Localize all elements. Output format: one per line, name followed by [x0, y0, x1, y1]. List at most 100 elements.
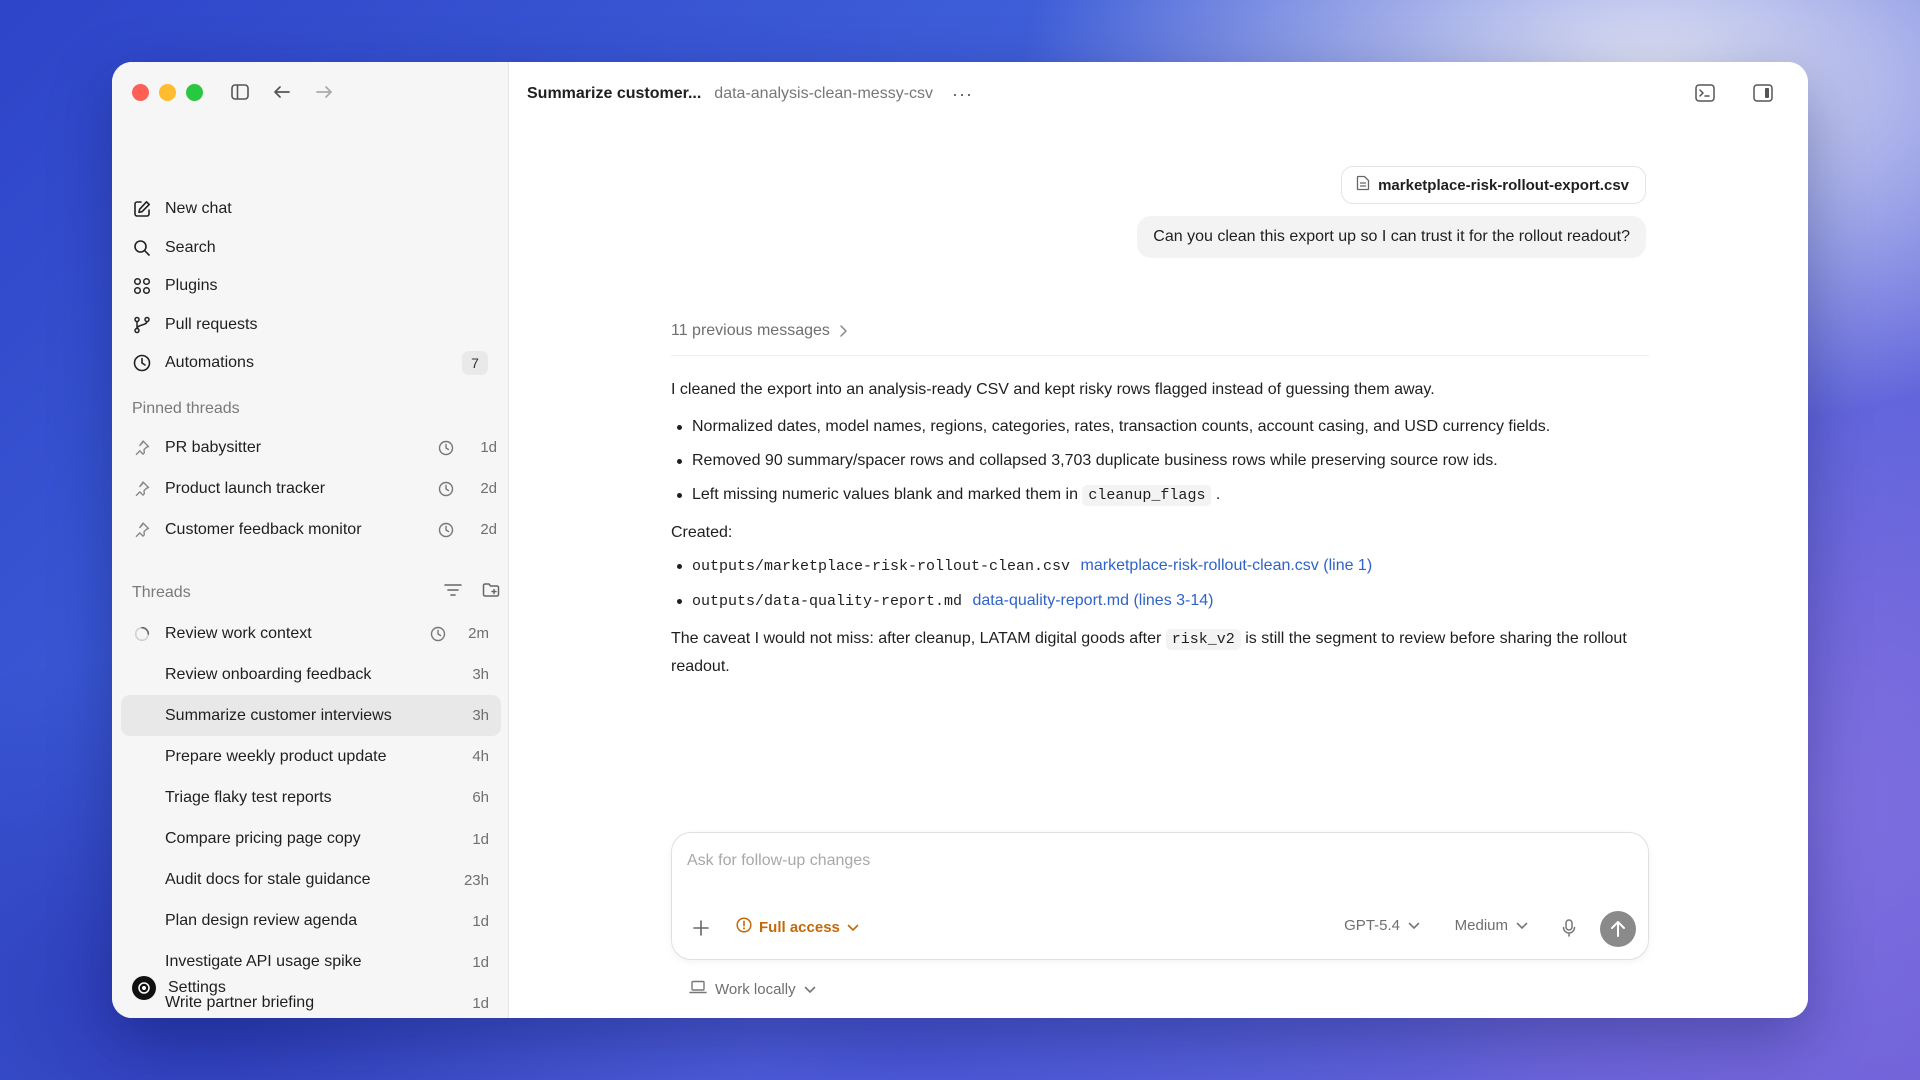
access-mode-dropdown[interactable]: Full access	[736, 917, 859, 937]
thread-age: 4h	[472, 748, 489, 766]
schedule-clock-icon	[437, 439, 455, 457]
forward-arrow-icon[interactable]	[314, 82, 334, 102]
arrow-up-icon	[1611, 921, 1625, 937]
send-button[interactable]	[1600, 911, 1636, 947]
thread-item[interactable]: Compare pricing page copy 1d	[121, 818, 501, 859]
chevron-down-icon	[804, 981, 816, 998]
created-file-item: outputs/data-quality-report.md data-qual…	[671, 587, 1651, 615]
sidebar-item-pull-requests[interactable]: Pull requests	[133, 306, 497, 345]
thread-title: Investigate API usage spike	[165, 953, 362, 971]
zoom-window-button[interactable]	[186, 84, 203, 101]
thread-title-header[interactable]: Summarize customer...	[527, 85, 701, 103]
more-options-icon[interactable]: ···	[952, 84, 973, 105]
work-location-label: Work locally	[715, 980, 796, 998]
thread-age: 2m	[468, 625, 489, 643]
filter-icon[interactable]	[444, 583, 462, 602]
file-path: outputs/data-quality-report.md	[692, 593, 963, 610]
composer: Full access GPT-5.4 Medium	[671, 832, 1649, 960]
thread-item[interactable]: Audit docs for stale guidance 23h	[121, 860, 501, 901]
thread-item[interactable]: Review work context 2m	[121, 613, 501, 654]
bullet-text: Left missing numeric values blank and ma…	[692, 486, 1078, 503]
search-icon	[133, 239, 151, 257]
answer-bullet: Removed 90 summary/spacer rows and colla…	[671, 447, 1651, 474]
sidebar-item-search[interactable]: Search	[133, 229, 497, 268]
back-arrow-icon[interactable]	[272, 82, 292, 102]
threads-list: Review work context 2m Review onboarding…	[121, 613, 501, 1018]
model-dropdown[interactable]: GPT-5.4	[1344, 917, 1420, 934]
attachment-filename: marketplace-risk-rollout-export.csv	[1378, 176, 1629, 194]
attachment-chip[interactable]: marketplace-risk-rollout-export.csv	[1341, 166, 1646, 204]
thread-item[interactable]: Prepare weekly product update 4h	[121, 736, 501, 777]
window-controls	[132, 84, 203, 101]
file-link[interactable]: marketplace-risk-rollout-clean.csv (line…	[1081, 557, 1373, 574]
pin-icon	[133, 521, 151, 539]
new-folder-icon[interactable]	[482, 582, 500, 603]
branch-icon	[133, 316, 151, 334]
sidebar-item-label: Search	[165, 238, 216, 256]
thread-age: 1d	[480, 439, 497, 456]
thread-age: 2d	[480, 521, 497, 538]
thread-title: Review work context	[165, 624, 312, 642]
thread-age: 1d	[472, 912, 489, 930]
sidebar-item-automations[interactable]: Automations 7	[133, 344, 497, 383]
previous-messages-toggle[interactable]: 11 previous messages	[671, 322, 1649, 356]
sidebar-item-label: Plugins	[165, 277, 218, 295]
inline-code: cleanup_flags	[1082, 485, 1212, 506]
sidebar-nav: New chat Search Plugins Pull requests Au…	[133, 190, 497, 383]
thread-title: Audit docs for stale guidance	[165, 871, 371, 889]
sidebar-item-plugins[interactable]: Plugins	[133, 267, 497, 306]
user-message: Can you clean this export up so I can tr…	[1137, 216, 1646, 258]
thread-item[interactable]: Plan design review agenda 1d	[121, 901, 501, 942]
threads-header: Threads	[132, 582, 500, 603]
thread-title: Compare pricing page copy	[165, 830, 361, 848]
thread-item[interactable]: Review onboarding feedback 3h	[121, 654, 501, 695]
work-location-dropdown[interactable]: Work locally	[689, 980, 816, 998]
compose-icon	[133, 200, 151, 218]
bullet-text: .	[1215, 486, 1221, 503]
inline-code: risk_v2	[1165, 629, 1241, 650]
created-file-item: outputs/marketplace-risk-rollout-clean.c…	[671, 552, 1651, 580]
thread-item-selected[interactable]: Summarize customer interviews 3h	[121, 695, 501, 737]
reasoning-effort-dropdown[interactable]: Medium	[1455, 917, 1528, 934]
minimize-window-button[interactable]	[159, 84, 176, 101]
chevron-down-icon	[1408, 917, 1420, 934]
answer-bullets: Normalized dates, model names, regions, …	[671, 413, 1651, 509]
created-files-list: outputs/marketplace-risk-rollout-clean.c…	[671, 552, 1651, 615]
grid-icon	[133, 277, 151, 295]
chevron-down-icon	[1516, 917, 1528, 934]
thread-age: 1d	[472, 830, 489, 848]
sidebar-item-new-chat[interactable]: New chat	[133, 190, 497, 229]
thread-age: 6h	[472, 789, 489, 807]
chevron-right-icon	[838, 324, 848, 343]
settings-button[interactable]: Settings	[132, 976, 226, 1000]
pinned-thread-item[interactable]: PR babysitter 1d	[133, 427, 497, 468]
terminal-icon[interactable]	[1694, 82, 1716, 104]
thread-title: Plan design review agenda	[165, 912, 358, 930]
side-panel-toggle-icon[interactable]	[1752, 82, 1774, 104]
threads-heading: Threads	[132, 583, 191, 601]
thread-item[interactable]: Triage flaky test reports 6h	[121, 777, 501, 818]
access-mode-label: Full access	[759, 918, 840, 936]
schedule-clock-icon	[429, 625, 447, 643]
follow-up-input[interactable]	[687, 847, 1587, 875]
file-path: outputs/marketplace-risk-rollout-clean.c…	[692, 558, 1071, 575]
chevron-down-icon	[847, 919, 859, 936]
sidebar-item-label: New chat	[165, 200, 232, 218]
sidebar-toggle-icon[interactable]	[230, 82, 250, 102]
thread-title: Review onboarding feedback	[165, 665, 372, 683]
thread-age: 1d	[472, 953, 489, 971]
settings-label: Settings	[168, 979, 226, 996]
pin-icon	[133, 439, 151, 457]
pinned-thread-item[interactable]: Customer feedback monitor 2d	[133, 509, 497, 550]
project-name[interactable]: data-analysis-clean-messy-csv	[714, 85, 933, 103]
thread-age: 3h	[472, 666, 489, 684]
add-attachment-icon[interactable]	[690, 917, 712, 939]
thread-title: PR babysitter	[165, 438, 262, 456]
clock-icon	[133, 354, 151, 372]
file-link[interactable]: data-quality-report.md (lines 3-14)	[973, 592, 1214, 609]
thread-title: Summarize customer interviews	[165, 706, 392, 724]
caveat-text: The caveat I would not miss: after clean…	[671, 630, 1162, 647]
close-window-button[interactable]	[132, 84, 149, 101]
pinned-thread-item[interactable]: Product launch tracker 2d	[133, 468, 497, 509]
microphone-icon[interactable]	[1558, 917, 1580, 939]
